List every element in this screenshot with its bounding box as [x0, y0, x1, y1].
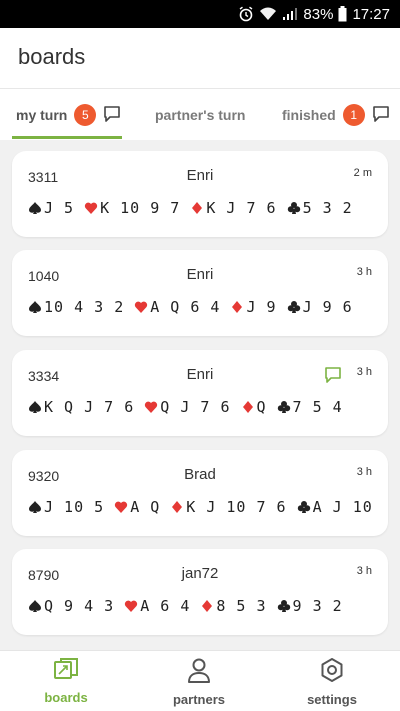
board-card[interactable]: 3311 Enri 2 m J 5 K 10 9 7 K J 7 6 5 3 2 — [12, 151, 388, 237]
settings-icon — [319, 657, 345, 686]
hand: 10 4 3 2 A Q 6 4 J 9 J 9 6 — [28, 298, 363, 316]
spade-icon — [28, 201, 42, 215]
tab-label: finished — [282, 107, 336, 123]
hand: Q 9 4 3 A 6 4 8 5 3 9 3 2 — [28, 597, 353, 615]
clubs-cards: 9 3 2 — [292, 597, 343, 615]
elapsed-time: 3 h — [356, 266, 372, 278]
player-name: Enri — [186, 167, 214, 184]
spade-icon — [28, 500, 42, 514]
spades-cards: 10 4 3 2 — [44, 298, 125, 316]
board-list[interactable]: 3311 Enri 2 m J 5 K 10 9 7 K J 7 6 5 3 2… — [0, 140, 400, 650]
club-icon — [277, 599, 291, 613]
count-badge: 5 — [74, 104, 97, 126]
board-card[interactable]: 3334 Enri 3 h K Q J 7 6 Q J 7 6 Q 7 5 4 — [12, 350, 388, 436]
elapsed-time: 3 h — [356, 366, 372, 378]
wifi-icon — [259, 7, 277, 21]
diamonds-cards: K J 7 6 — [206, 199, 277, 217]
hearts-cards: A Q 6 4 — [150, 298, 221, 316]
heart-icon — [144, 400, 158, 414]
heart-icon — [84, 201, 98, 215]
player-name: Enri — [186, 266, 214, 283]
diamonds-cards: 8 5 3 — [216, 597, 267, 615]
club-icon — [287, 300, 301, 314]
nav-label: partners — [172, 692, 226, 707]
boards-icon — [52, 657, 80, 684]
hearts-cards: A Q — [130, 498, 161, 516]
clubs-cards: A J 10 — [312, 498, 373, 516]
diamond-icon — [190, 201, 204, 215]
board-card[interactable]: 9320 Brad 3 h J 10 5 A Q K J 10 7 6 A J … — [12, 450, 388, 536]
clock: 17:27 — [352, 5, 390, 23]
bottom-nav: boards partners settings — [0, 650, 400, 711]
tab-bar: my turn 5 partner's turn finished 1 — [0, 88, 400, 140]
club-icon — [287, 201, 301, 215]
diamond-icon — [241, 400, 255, 414]
board-card[interactable]: 1040 Enri 3 h 10 4 3 2 A Q 6 4 J 9 J 9 6 — [12, 250, 388, 336]
hand: J 10 5 A Q K J 10 7 6 A J 10 — [28, 498, 383, 516]
heart-icon — [114, 500, 128, 514]
tab-partners-turn[interactable]: partner's turn — [155, 89, 245, 141]
chat-icon — [372, 105, 390, 126]
count-badge: 1 — [342, 104, 365, 126]
heart-icon — [134, 300, 148, 314]
player-name: Brad — [184, 466, 216, 483]
hearts-cards: A 6 4 — [140, 597, 191, 615]
diamonds-cards: Q — [256, 398, 267, 416]
tab-label: partner's turn — [155, 107, 246, 123]
elapsed-time: 2 m — [353, 167, 372, 179]
spade-icon — [28, 400, 42, 414]
battery-icon — [338, 6, 347, 22]
spade-icon — [28, 300, 42, 314]
diamond-icon — [230, 300, 244, 314]
chat-icon — [103, 105, 121, 126]
board-card[interactable]: 8790 jan72 3 h Q 9 4 3 A 6 4 8 5 3 9 3 2 — [12, 549, 388, 635]
signal-icon — [282, 7, 298, 21]
nav-settings[interactable]: settings — [272, 657, 392, 707]
hand: J 5 K 10 9 7 K J 7 6 5 3 2 — [28, 199, 363, 217]
club-icon — [297, 500, 311, 514]
heart-icon — [124, 599, 138, 613]
elapsed-time: 3 h — [356, 466, 372, 478]
spades-cards: K Q J 7 6 — [44, 398, 135, 416]
player-name: jan72 — [181, 565, 219, 582]
spades-cards: J 5 — [44, 199, 75, 217]
app-header: boards — [0, 28, 400, 88]
spade-icon — [28, 599, 42, 613]
diamond-icon — [170, 500, 184, 514]
hand: K Q J 7 6 Q J 7 6 Q 7 5 4 — [28, 398, 353, 416]
spades-cards: J 10 5 — [44, 498, 105, 516]
status-bar: 83% 17:27 — [0, 0, 400, 28]
diamonds-cards: J 9 — [246, 298, 277, 316]
hearts-cards: K 10 9 7 — [100, 199, 181, 217]
hearts-cards: Q J 7 6 — [160, 398, 231, 416]
page-title: boards — [18, 44, 86, 69]
spades-cards: Q 9 4 3 — [44, 597, 115, 615]
nav-boards[interactable]: boards — [6, 657, 126, 705]
club-icon — [277, 400, 291, 414]
clubs-cards: 5 3 2 — [302, 199, 353, 217]
clubs-cards: 7 5 4 — [292, 398, 343, 416]
partners-icon — [186, 657, 212, 686]
tab-my-turn[interactable]: my turn 5 — [16, 89, 121, 141]
nav-label: boards — [44, 690, 88, 705]
chat-icon[interactable] — [324, 366, 342, 388]
tab-label: my turn — [16, 107, 68, 123]
battery-percent: 83% — [303, 5, 334, 23]
elapsed-time: 3 h — [356, 565, 372, 577]
diamond-icon — [200, 599, 214, 613]
clubs-cards: J 9 6 — [302, 298, 353, 316]
alarm-icon — [238, 6, 254, 22]
active-tab-indicator — [12, 136, 122, 139]
tab-finished[interactable]: finished 1 — [282, 89, 390, 141]
nav-label: settings — [307, 692, 357, 707]
nav-partners[interactable]: partners — [139, 657, 259, 707]
diamonds-cards: K J 10 7 6 — [186, 498, 287, 516]
